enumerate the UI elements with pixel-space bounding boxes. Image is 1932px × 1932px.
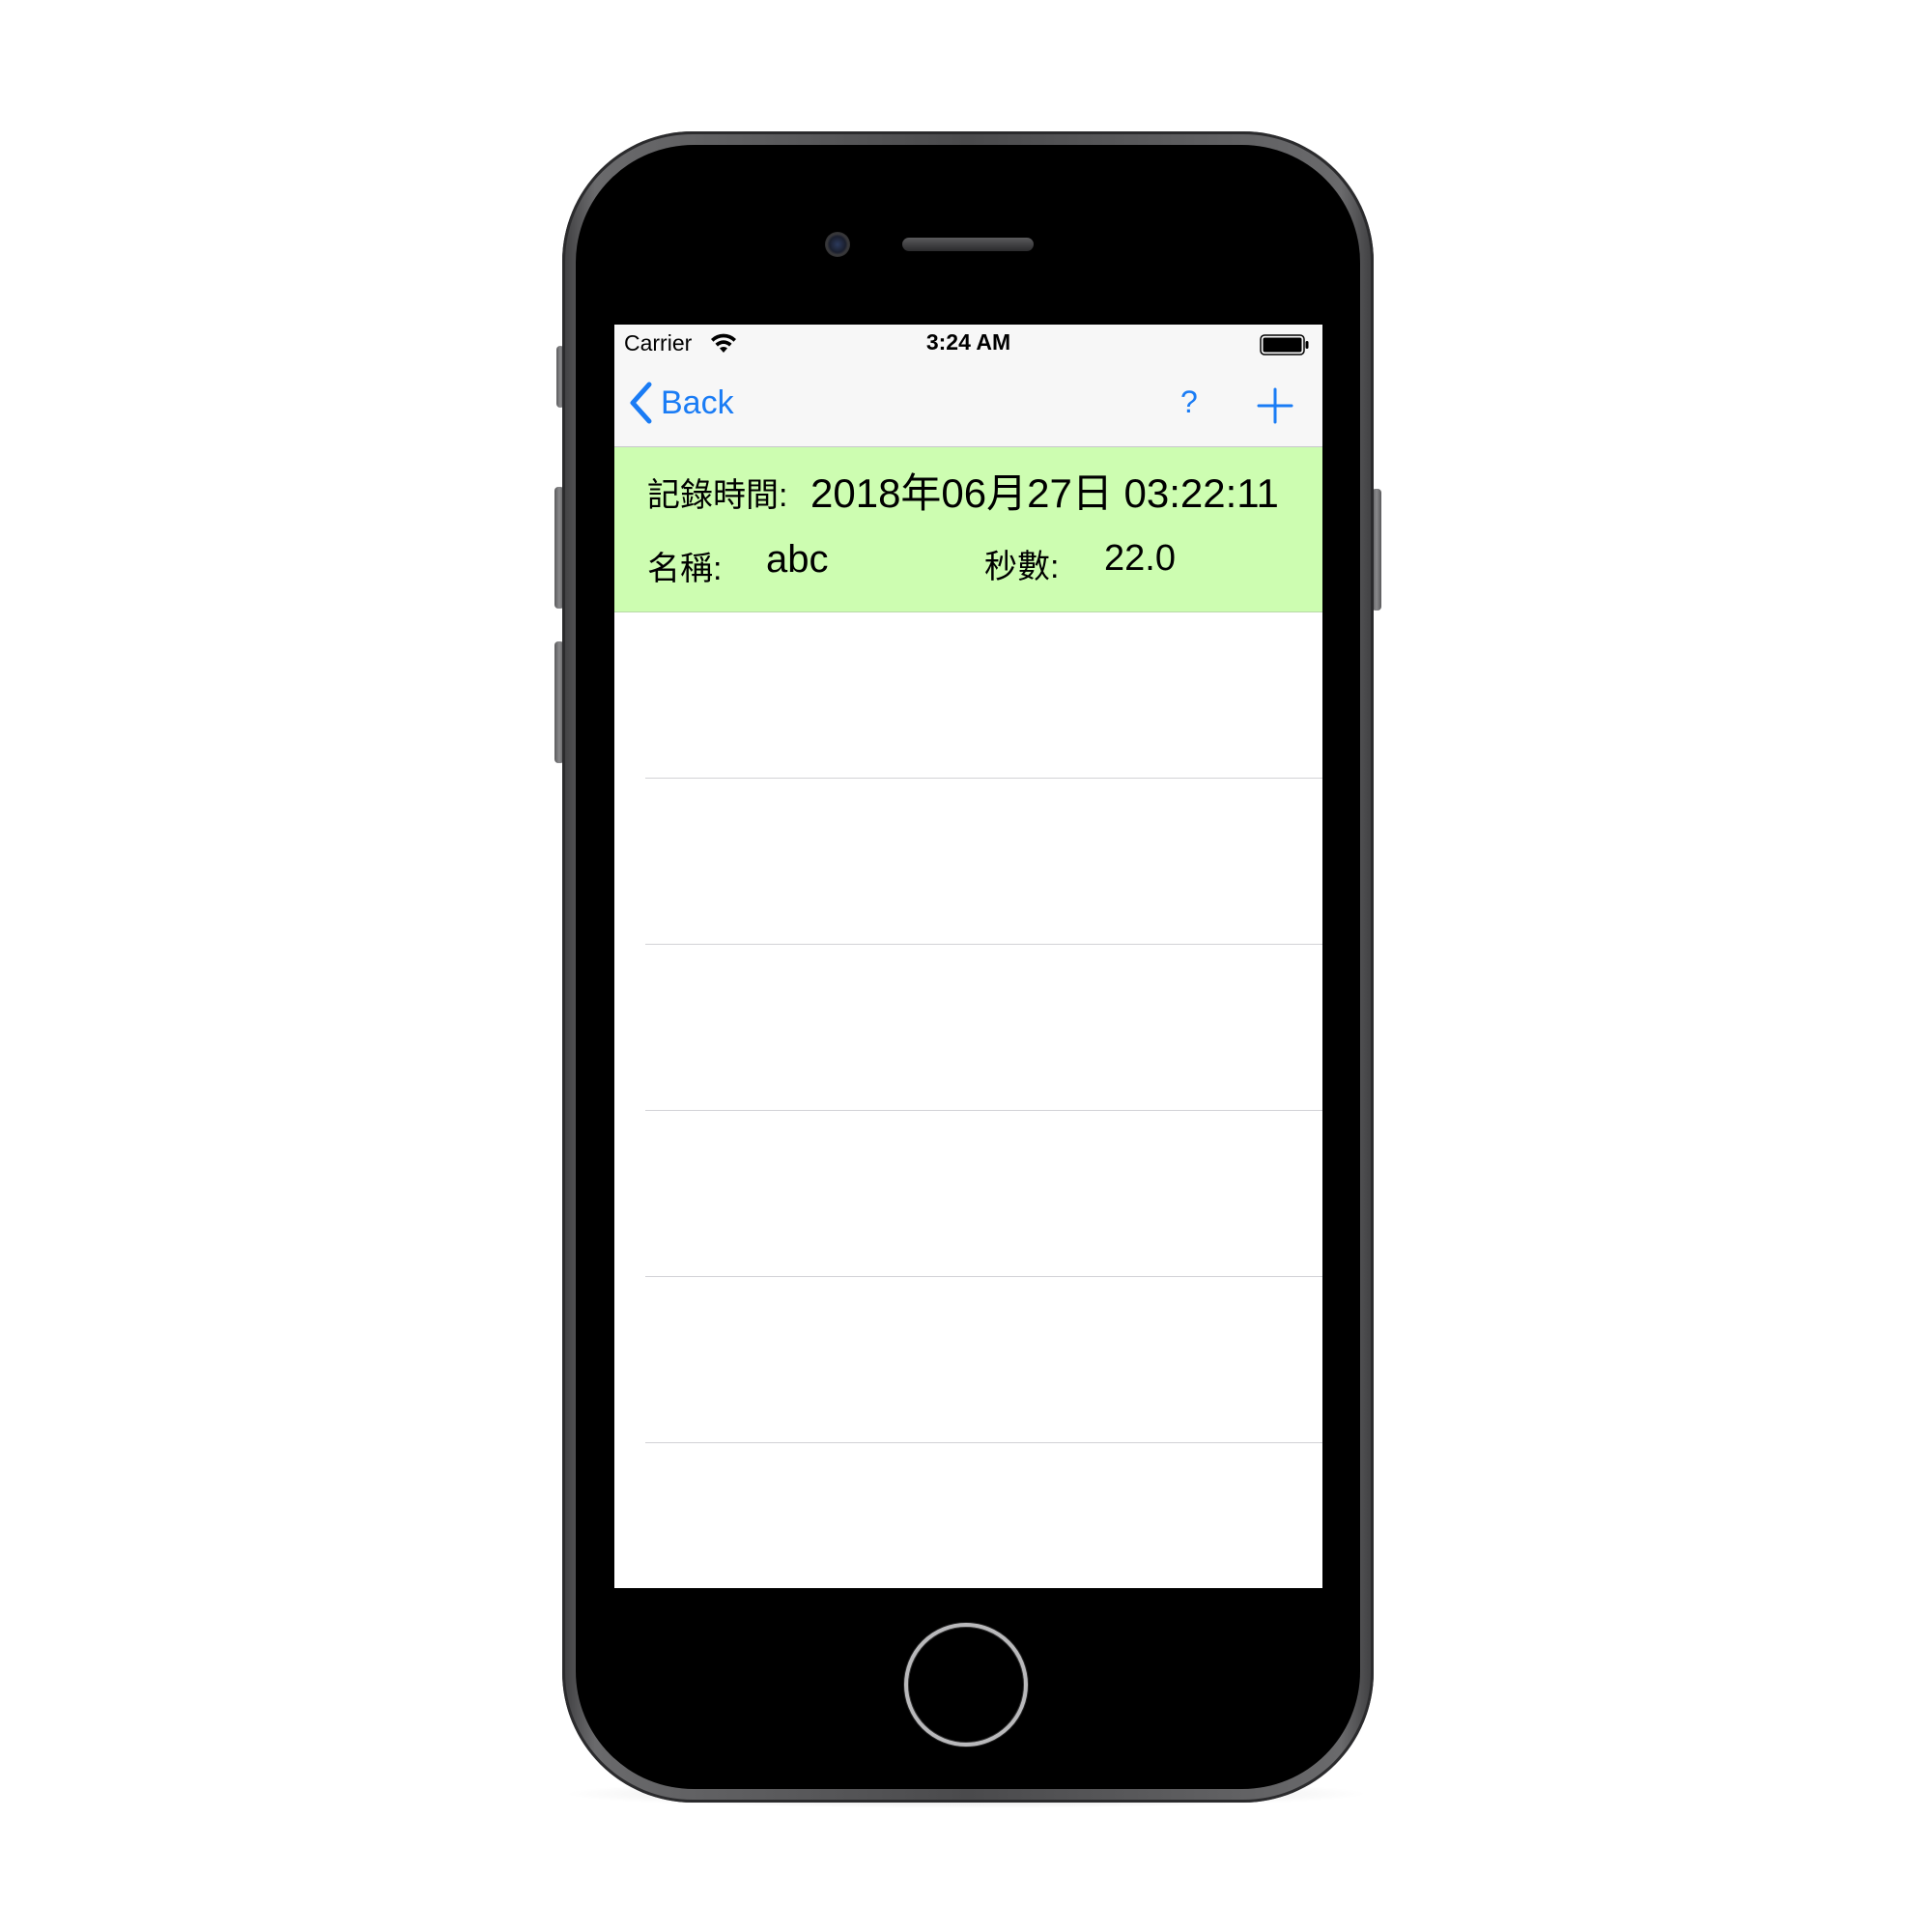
device-mockup: Carrier 3:24 AM Back ? 記錄時間: 2018年06月27日… <box>0 0 1932 1932</box>
seconds-label: 秒數: <box>984 549 1060 585</box>
name-value: abc <box>766 538 829 581</box>
front-camera <box>825 232 850 257</box>
screen: Carrier 3:24 AM Back ? 記錄時間: 2018年06月27日… <box>614 325 1322 1588</box>
table-row[interactable] <box>614 1111 1322 1277</box>
back-button[interactable]: Back <box>628 381 734 425</box>
table-row[interactable] <box>614 945 1322 1111</box>
table-row[interactable] <box>614 1443 1322 1588</box>
chevron-left-icon <box>630 382 652 424</box>
navigation-bar: Back ? <box>614 363 1322 447</box>
battery-icon <box>1260 334 1309 355</box>
record-time-value: 2018年06月27日 03:22:11 <box>810 470 1279 516</box>
back-label: Back <box>661 384 734 421</box>
home-button[interactable] <box>904 1623 1028 1747</box>
earpiece-speaker <box>902 238 1034 251</box>
status-bar: Carrier 3:24 AM <box>614 325 1322 363</box>
status-time: 3:24 AM <box>925 329 1011 355</box>
table-row[interactable] <box>614 612 1322 779</box>
record-time-label: 記錄時間: <box>647 477 788 514</box>
seconds-value: 22.0 <box>1104 538 1176 579</box>
help-button[interactable]: ? <box>1180 384 1198 420</box>
table-row[interactable] <box>614 779 1322 945</box>
table-row[interactable] <box>614 1277 1322 1443</box>
name-label: 名稱: <box>647 551 723 587</box>
plus-icon[interactable] <box>1256 386 1294 425</box>
record-summary: 記錄時間: 2018年06月27日 03:22:11 名稱: abc 秒數: 2… <box>614 447 1322 612</box>
